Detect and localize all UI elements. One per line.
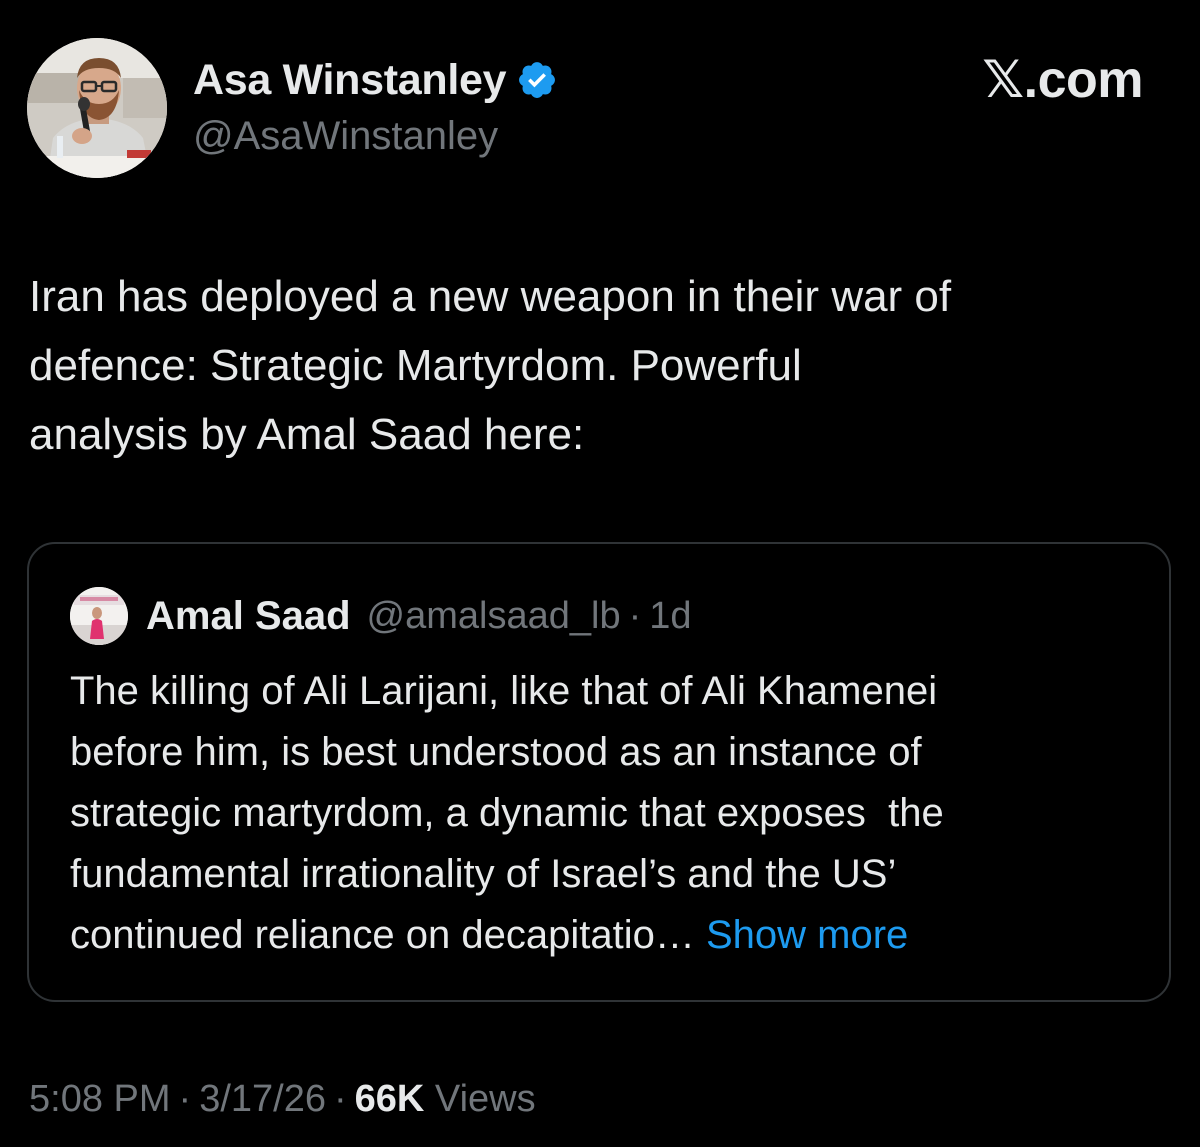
tweet-text: Iran has deployed a new weapon in their … <box>29 262 1179 469</box>
verified-badge-icon[interactable] <box>516 59 558 101</box>
tweet-text-line: defence: Strategic Martyrdom. Powerful <box>29 341 802 390</box>
tweet-date[interactable]: 3/17/26 <box>199 1078 326 1120</box>
tweet-meta: 5:08 PM · 3/17/26 · 66K Views <box>29 1078 536 1121</box>
meta-separator: · <box>333 1078 347 1120</box>
tweet-time[interactable]: 5:08 PM <box>29 1078 171 1120</box>
quoted-text-line: continued reliance on decapitatio… <box>70 913 706 957</box>
tweet-text-line: analysis by Amal Saad here: <box>29 410 585 459</box>
author-name-row: Asa Winstanley <box>193 52 558 108</box>
quoted-author-avatar[interactable] <box>70 587 128 645</box>
quoted-tweet-header: Amal Saad @amalsaad_lb · 1d <box>70 586 692 646</box>
quoted-text-line: The killing of Ali Larijani, like that o… <box>70 669 938 713</box>
quoted-text-line: strategic martyrdom, a dynamic that expo… <box>70 791 944 835</box>
views-count[interactable]: 66K <box>355 1078 425 1120</box>
quoted-author-name[interactable]: Amal Saad <box>146 594 351 639</box>
show-more-link[interactable]: Show more <box>706 913 908 957</box>
quoted-tweet-text: The killing of Ali Larijani, like that o… <box>70 661 1160 966</box>
author-avatar-image <box>27 38 167 178</box>
quoted-text-last-line: continued reliance on decapitatio… Show … <box>70 905 1160 966</box>
quoted-separator: · <box>628 594 642 637</box>
author-avatar[interactable] <box>27 38 167 178</box>
views-label: Views <box>434 1078 536 1120</box>
tweet-text-line: Iran has deployed a new weapon in their … <box>29 272 952 321</box>
author-name[interactable]: Asa Winstanley <box>193 56 507 105</box>
quoted-author-handle[interactable]: @amalsaad_lb <box>367 595 621 638</box>
quoted-timestamp[interactable]: 1d <box>649 595 691 638</box>
meta-separator: · <box>178 1078 192 1120</box>
author-handle[interactable]: @AsaWinstanley <box>193 114 498 159</box>
quoted-tweet-card[interactable]: Amal Saad @amalsaad_lb · 1d The killing … <box>27 542 1171 1002</box>
site-label: 𝕏.com <box>982 51 1143 109</box>
quoted-text-line: fundamental irrationality of Israel’s an… <box>70 852 897 896</box>
quoted-text-line: before him, is best understood as an ins… <box>70 730 922 774</box>
